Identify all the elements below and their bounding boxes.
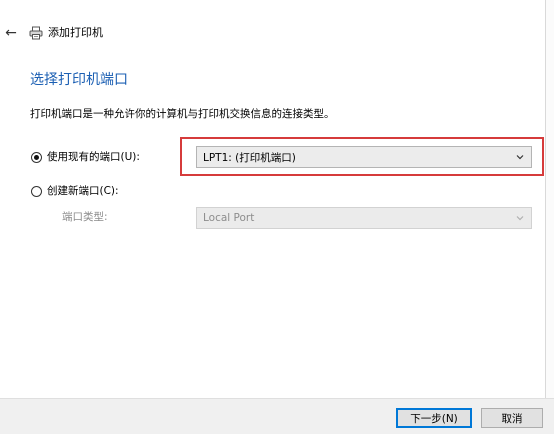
window-right-edge (545, 0, 554, 400)
port-type-label: 端口类型: (62, 211, 108, 223)
back-arrow-icon[interactable]: ← (3, 25, 19, 41)
printer-icon (29, 26, 43, 40)
create-new-port-option[interactable]: 创建新端口(C): (31, 183, 119, 199)
page-title: 选择打印机端口 (30, 72, 128, 88)
chevron-down-icon (516, 155, 524, 160)
add-printer-window: ← 添加打印机 选择打印机端口 打印机端口是一种允许你的计算机与打印机交换信息的… (0, 0, 554, 434)
existing-port-value: LPT1: (打印机端口) (203, 151, 296, 164)
use-existing-port-option[interactable]: 使用现有的端口(U): (31, 149, 140, 165)
port-type-value: Local Port (203, 212, 255, 224)
new-port-label: 创建新端口(C): (47, 185, 119, 197)
existing-port-select[interactable]: LPT1: (打印机端口) (196, 146, 532, 168)
chevron-down-icon (516, 216, 524, 221)
next-button[interactable]: 下一步(N) (396, 408, 472, 428)
new-port-radio[interactable] (31, 185, 42, 197)
existing-port-radio[interactable] (31, 151, 42, 163)
existing-port-label: 使用现有的端口(U): (47, 151, 140, 163)
port-type-select: Local Port (196, 207, 532, 229)
cancel-button[interactable]: 取消 (481, 408, 543, 428)
titlebar: ← 添加打印机 (0, 0, 546, 66)
window-title: 添加打印机 (48, 26, 103, 39)
page-description: 打印机端口是一种允许你的计算机与打印机交换信息的连接类型。 (30, 108, 335, 120)
